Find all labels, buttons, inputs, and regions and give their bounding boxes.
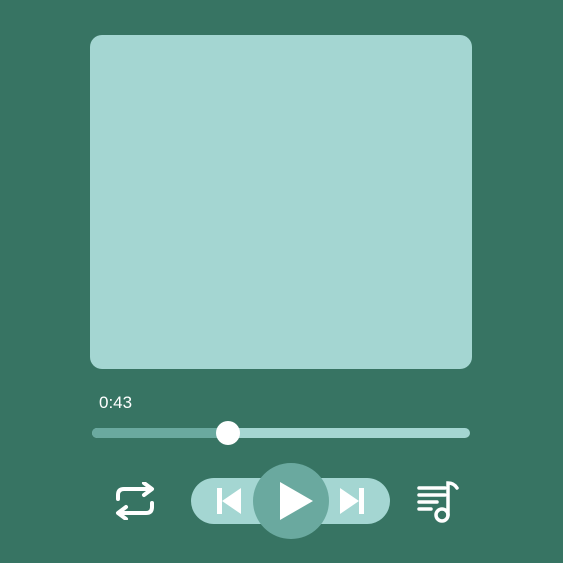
progress-knob[interactable] bbox=[216, 421, 241, 445]
skip-next-icon[interactable] bbox=[335, 484, 369, 518]
progress-bar[interactable] bbox=[92, 421, 470, 445]
elapsed-time: 0:43 bbox=[99, 393, 133, 412]
progress-fill bbox=[92, 428, 229, 438]
skip-previous-icon[interactable] bbox=[212, 484, 246, 518]
music-queue-icon[interactable] bbox=[415, 478, 463, 524]
album-art bbox=[90, 35, 472, 369]
play-icon bbox=[280, 482, 313, 520]
repeat-icon[interactable] bbox=[110, 482, 160, 520]
play-button[interactable] bbox=[253, 463, 329, 539]
